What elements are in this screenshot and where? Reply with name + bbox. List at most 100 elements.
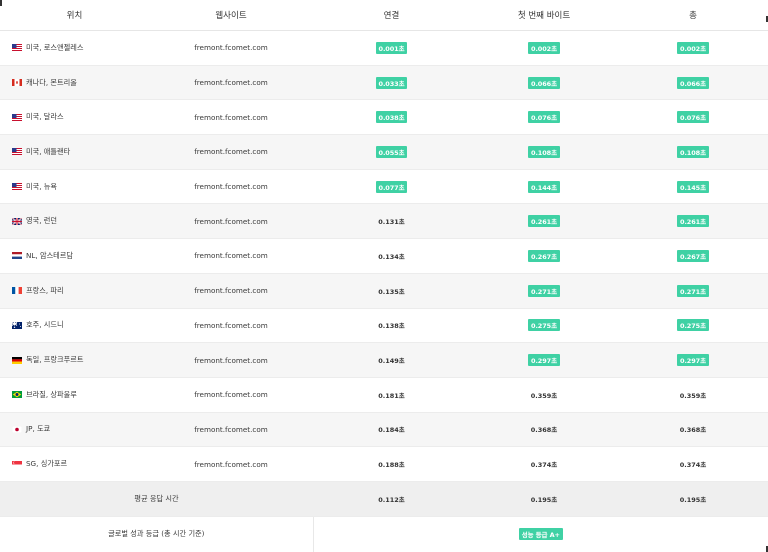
connect-value: 0.033초: [375, 76, 408, 89]
website-cell: fremont.fcomet.com: [194, 459, 268, 469]
total-cell: 0.374초: [618, 447, 768, 481]
ttfb-cell: 0.267초: [470, 239, 618, 273]
ttfb-cell: 0.297초: [470, 343, 618, 377]
total-value: 0.108초: [677, 145, 709, 158]
location-cell: 미국, 로스앤젤레스: [0, 31, 149, 65]
location-label: NL, 암스테르담: [26, 250, 74, 260]
ttfb-value: 0.267초: [528, 249, 560, 262]
ttfb-cell: 0.359초: [470, 378, 618, 412]
table-row: 미국, 뉴욕 fremont.fcomet.com 0.077초 0.144초 …: [0, 170, 768, 205]
connect-cell: 0.181초: [313, 378, 470, 412]
ttfb-cell: 0.275초: [470, 309, 618, 343]
connect-value: 0.001초: [375, 41, 408, 54]
connect-cell: 0.077초: [313, 170, 470, 204]
gb-flag-icon: [11, 217, 23, 226]
ttfb-cell: 0.144초: [470, 170, 618, 204]
location-label: 독일, 프랑크푸르트: [26, 355, 84, 365]
grade-cell: 성능 등급 A+: [314, 517, 768, 552]
total-cell: 0.297초: [618, 343, 768, 377]
fr-flag-icon: [12, 287, 22, 295]
table-row: 미국, 애틀랜타 fremont.fcomet.com 0.055초 0.108…: [0, 135, 768, 170]
table-row: 영국, 런던 fremont.fcomet.com 0.131초 0.261초 …: [0, 204, 768, 240]
location-cell: 호주, 시드니: [0, 309, 149, 343]
website-cell: fremont.fcomet.com: [194, 147, 268, 157]
ttfb-cell: 0.066초: [470, 66, 618, 100]
connect-value: 0.184초: [378, 426, 405, 435]
connect-value: 0.138초: [378, 322, 405, 331]
location-label: 미국, 뉴욕: [26, 181, 58, 191]
connect-cell: 0.001초: [313, 31, 470, 65]
connect-cell: 0.138초: [313, 309, 470, 343]
total-cell: 0.076초: [618, 100, 768, 134]
website-cell: fremont.fcomet.com: [194, 320, 268, 330]
total-value: 0.002초: [677, 41, 709, 54]
connect-cell: 0.134초: [313, 239, 470, 273]
table-row: 캐나다, 몬트리올 fremont.fcomet.com 0.033초 0.06…: [0, 65, 768, 101]
location-cell: JP, 도쿄: [0, 413, 149, 447]
average-connect-value: 0.112초: [378, 495, 405, 504]
connect-value: 0.055초: [375, 145, 408, 158]
total-value: 0.297초: [677, 354, 709, 367]
location-cell: NL, 암스테르담: [0, 239, 149, 273]
website-cell: fremont.fcomet.com: [194, 390, 268, 400]
total-value: 0.374초: [679, 461, 707, 470]
location-label: 브라질, 상파울루: [26, 389, 77, 399]
connect-cell: 0.131초: [313, 204, 470, 238]
ttfb-value: 0.275초: [528, 319, 560, 332]
total-cell: 0.271초: [618, 274, 768, 308]
connect-value: 0.181초: [378, 391, 405, 400]
table-row: 프랑스, 파리 fremont.fcomet.com 0.135초 0.271초…: [0, 273, 768, 309]
jp-flag-icon: [11, 425, 23, 434]
total-value: 0.275초: [677, 319, 709, 332]
total-cell: 0.066초: [618, 66, 768, 100]
website-cell: fremont.fcomet.com: [194, 112, 268, 122]
ttfb-cell: 0.368초: [470, 413, 618, 447]
ttfb-value: 0.002초: [528, 41, 560, 54]
grade-row: 글로벌 성과 등급 (총 시간 기준) 성능 등급 A+: [0, 516, 768, 552]
nl-flag-icon: [12, 252, 22, 260]
website-cell: fremont.fcomet.com: [194, 355, 268, 365]
average-total: 0.195초: [618, 482, 768, 516]
connect-value: 0.188초: [378, 461, 405, 470]
ttfb-cell: 0.374초: [470, 447, 618, 481]
table-header: 위치 웹사이트 연결 첫 번째 바이트 총: [0, 0, 768, 31]
location-label: 호주, 시드니: [26, 320, 64, 330]
connect-cell: 0.184초: [313, 413, 470, 447]
ttfb-value: 0.108초: [528, 145, 560, 158]
total-value: 0.271초: [677, 284, 709, 297]
location-cell: 미국, 달라스: [0, 100, 149, 134]
br-flag-icon: [12, 391, 22, 399]
website-cell: fremont.fcomet.com: [194, 216, 268, 226]
total-cell: 0.261초: [618, 204, 768, 238]
average-total-value: 0.195초: [679, 495, 707, 504]
connect-value: 0.135초: [378, 287, 405, 296]
connect-cell: 0.033초: [313, 66, 470, 100]
location-label: 미국, 달라스: [26, 112, 64, 122]
header-location: 위치: [66, 11, 83, 21]
grade-badge: 성능 등급 A+: [518, 528, 563, 541]
website-cell: fremont.fcomet.com: [194, 43, 268, 53]
us-flag-icon: [12, 113, 22, 121]
total-cell: 0.108초: [618, 135, 768, 169]
website-cell: fremont.fcomet.com: [194, 78, 268, 88]
location-cell: 독일, 프랑크푸르트: [0, 343, 149, 377]
total-value: 0.359초: [679, 391, 707, 400]
total-value: 0.076초: [677, 111, 709, 124]
header-total: 총: [689, 11, 697, 21]
ttfb-value: 0.374초: [530, 461, 558, 470]
connect-cell: 0.038초: [313, 100, 470, 134]
location-cell: 캐나다, 몬트리올: [0, 66, 149, 100]
location-cell: 영국, 런던: [0, 204, 149, 238]
table-row: 호주, 시드니 fremont.fcomet.com 0.138초 0.275초…: [0, 309, 768, 344]
location-label: 미국, 로스앤젤레스: [26, 42, 84, 52]
sg-flag-icon: [12, 460, 22, 468]
location-cell: 미국, 뉴욕: [0, 170, 149, 204]
connect-value: 0.077초: [375, 180, 408, 193]
location-label: 미국, 애틀랜타: [26, 146, 71, 156]
table-row: 미국, 달라스 fremont.fcomet.com 0.038초 0.076초…: [0, 100, 768, 136]
location-cell: 프랑스, 파리: [0, 274, 149, 308]
ttfb-cell: 0.271초: [470, 274, 618, 308]
connect-value: 0.131초: [378, 218, 405, 227]
website-cell: fremont.fcomet.com: [194, 251, 268, 261]
total-cell: 0.359초: [618, 378, 768, 412]
